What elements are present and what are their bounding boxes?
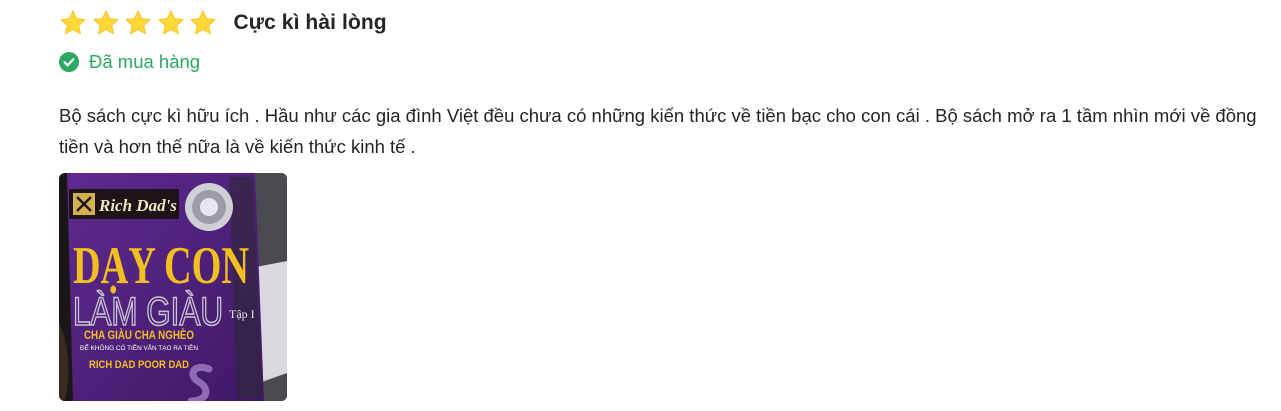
star-icon [59,9,87,37]
review-card: Cực kì hài lòng Đã mua hàng Bộ sách cực … [0,0,1281,411]
book-title-line1: DẠY CON [73,237,249,295]
star-icon [124,9,152,37]
purchased-label: Đã mua hàng [89,51,201,72]
review-photo[interactable]: Rich Dad's DẠY CON LÀM GIÀU Tập I CHA GI… [59,173,287,401]
book-subtitle: CHA GIÀU CHA NGHÈO [84,327,194,342]
purchased-badge: Đã mua hàng [59,50,200,74]
book-english-title: RICH DAD POOR DAD [89,359,189,371]
rating-row: Cực kì hài lòng [59,8,387,38]
star-icon [157,9,185,37]
star-icon [92,9,120,37]
hologram-seal-core [200,198,218,216]
rating-title: Cực kì hài lòng [233,11,387,34]
review-content: Bộ sách cực kì hữu ích . Hầu như các gia… [59,105,1257,157]
book-tagline: ĐỂ KHÔNG CÓ TIỀN VẪN TẠO RA TIỀN [80,345,198,352]
star-icon [189,9,217,37]
star-rating [59,9,222,37]
check-circle-icon [59,52,79,72]
brand-text: Rich Dad's [98,196,177,215]
book-volume: Tập I [229,307,255,321]
